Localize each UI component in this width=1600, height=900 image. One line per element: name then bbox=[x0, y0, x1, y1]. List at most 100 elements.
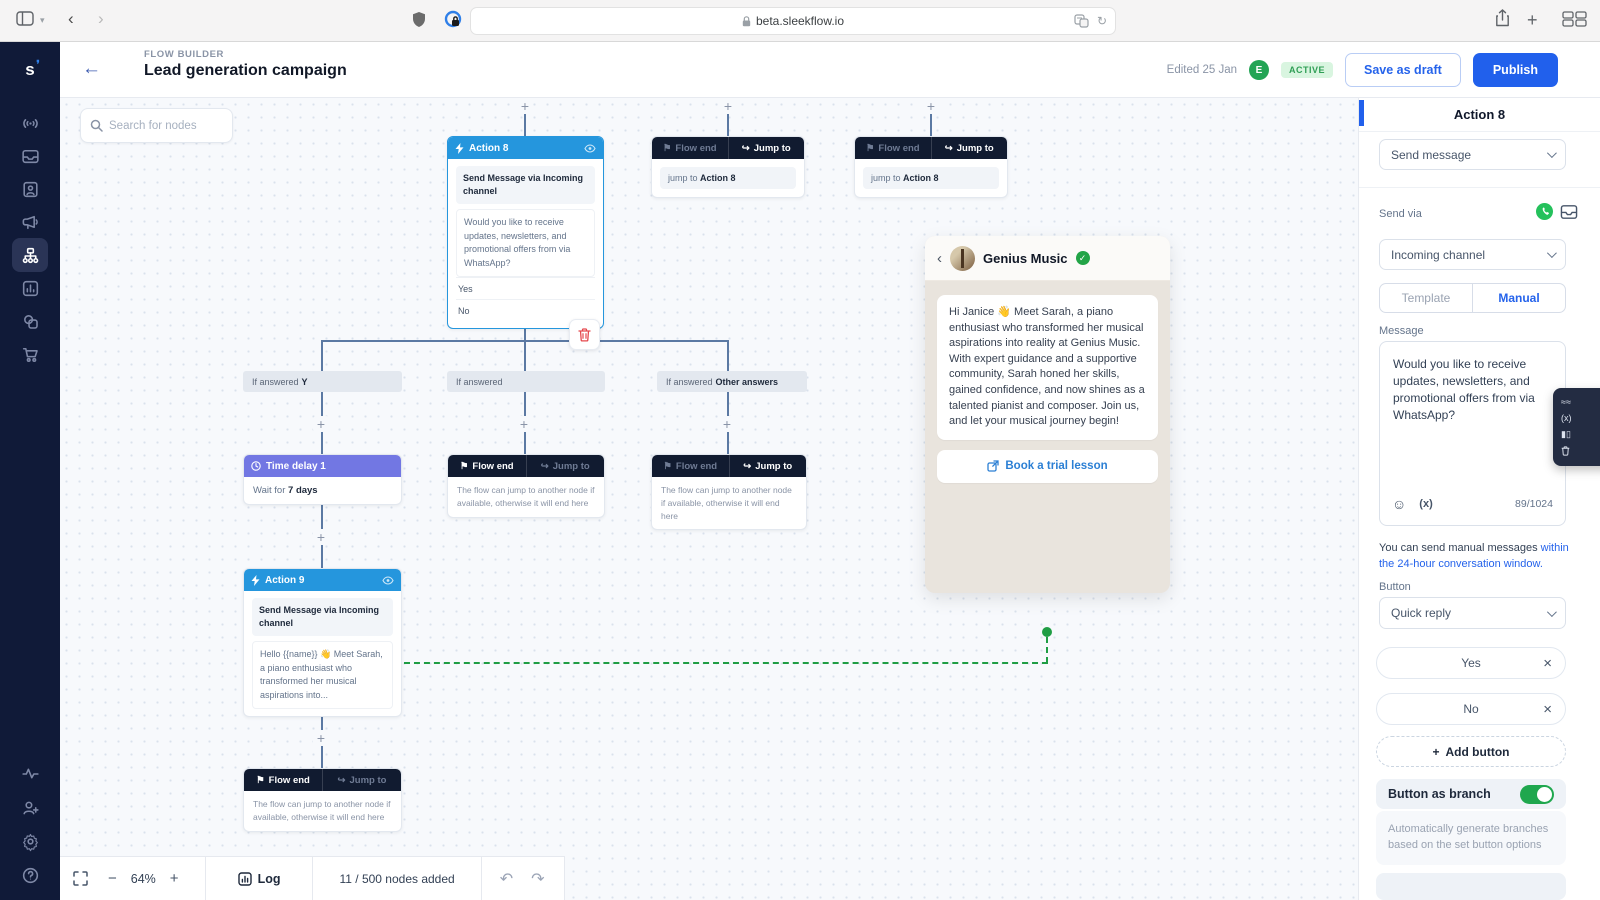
jump-icon: ↪ bbox=[741, 142, 750, 154]
campaigns-icon[interactable] bbox=[12, 205, 48, 239]
zoom-out-icon[interactable]: − bbox=[108, 870, 117, 887]
delete-branch-button[interactable] bbox=[569, 319, 600, 350]
save-as-draft-button[interactable]: Save as draft bbox=[1345, 53, 1461, 87]
node-option-no: No bbox=[456, 299, 595, 321]
sidebar-toggle-icon[interactable] bbox=[16, 11, 34, 26]
add-node-handle[interactable]: + bbox=[313, 730, 329, 746]
message-mode-tabs: Template Manual bbox=[1379, 283, 1566, 313]
flag-icon: ⚑ bbox=[865, 142, 875, 154]
flow-builder-icon[interactable] bbox=[12, 238, 48, 272]
panel-title: Action 8 bbox=[1359, 98, 1600, 132]
node-search[interactable] bbox=[80, 108, 233, 143]
eye-icon[interactable] bbox=[584, 143, 596, 153]
node-flow-end-right[interactable]: ⚑ Flow end ↪ Jump to The flow can jump to … bbox=[651, 454, 807, 531]
flag-icon: ⚑ bbox=[256, 774, 265, 786]
node-message-preview: Would you like to receive updates, newsl… bbox=[456, 209, 595, 278]
node-title: Time delay 1 bbox=[266, 460, 326, 472]
add-button[interactable]: + Add button bbox=[1376, 736, 1566, 767]
channel-select[interactable]: Incoming channel bbox=[1379, 239, 1566, 270]
panel-accent-bar bbox=[1359, 100, 1364, 126]
edge bbox=[321, 340, 728, 342]
jump-icon: ↪ bbox=[337, 774, 346, 786]
branch-condition-3[interactable]: If answered Other answers bbox=[657, 371, 807, 392]
node-title: Action 8 bbox=[469, 142, 509, 154]
avatar[interactable]: E bbox=[1249, 60, 1269, 80]
remove-button-icon[interactable]: × bbox=[1543, 656, 1552, 671]
integrations-icon[interactable] bbox=[12, 304, 48, 338]
add-node-handle[interactable]: + bbox=[517, 98, 533, 114]
chevron-down-icon[interactable]: ▾ bbox=[40, 15, 45, 26]
node-action-9[interactable]: Action 9 Send Message via Incoming chann… bbox=[243, 568, 402, 718]
invite-user-icon[interactable] bbox=[12, 790, 48, 824]
flow-header: ← FLOW BUILDER Lead generation campaign … bbox=[60, 42, 1600, 98]
share-icon[interactable] bbox=[1495, 9, 1510, 27]
button-type-select[interactable]: Quick reply bbox=[1379, 597, 1566, 629]
publish-button[interactable]: Publish bbox=[1472, 53, 1558, 87]
branch-condition-1[interactable]: If answered Y bbox=[243, 371, 402, 392]
tab-template[interactable]: Template bbox=[1380, 284, 1472, 312]
log-icon bbox=[237, 871, 252, 886]
flow-canvas[interactable]: + + + + + + + + Action 8 Send Message vi… bbox=[60, 98, 1358, 900]
redo-icon[interactable]: ↷ bbox=[531, 869, 544, 889]
back-to-flows-icon[interactable]: ← bbox=[82, 58, 101, 80]
forward-icon[interactable]: › bbox=[98, 9, 104, 29]
node-flow-end-bottom[interactable]: ⚑ Flow end ↪ Jump to The flow can jump to … bbox=[243, 768, 402, 832]
browser-chrome: ▾ ‹ › beta.sleekflow.io ↻ + bbox=[0, 0, 1600, 42]
formatting-toolbar[interactable]: ≈≈ (x) ▮▯ bbox=[1553, 388, 1600, 466]
privacy-extension-icon[interactable] bbox=[444, 10, 462, 29]
branch-condition-2[interactable]: If answered bbox=[447, 371, 605, 392]
preview-business-name: Genius Music bbox=[983, 250, 1068, 266]
zoom-in-icon[interactable]: + bbox=[170, 870, 179, 887]
node-message-preview: Hello {{name}} 👋 Meet Sarah, a piano ent… bbox=[252, 641, 393, 710]
send-via-label: Send via bbox=[1379, 208, 1422, 220]
search-icon bbox=[90, 119, 103, 132]
preview-back-icon[interactable]: ‹ bbox=[937, 250, 942, 267]
inbox-icon[interactable] bbox=[12, 139, 48, 173]
new-tab-icon[interactable]: + bbox=[1527, 10, 1538, 31]
node-flow-end-jump-1[interactable]: ⚑ Flow end ↪ Jump to jump to Action 8 bbox=[651, 136, 805, 198]
add-node-handle[interactable]: + bbox=[923, 98, 939, 114]
add-node-handle[interactable]: + bbox=[720, 98, 736, 114]
preview-cta-button[interactable]: Book a trial lesson bbox=[937, 449, 1158, 483]
button-option-yes[interactable]: Yes × bbox=[1376, 647, 1566, 679]
sleekflow-logo[interactable]: s ❜ bbox=[25, 59, 39, 80]
settings-icon[interactable] bbox=[12, 824, 48, 858]
shield-icon[interactable] bbox=[412, 11, 426, 28]
button-option-no[interactable]: No × bbox=[1376, 693, 1566, 725]
add-node-handle[interactable]: + bbox=[719, 416, 735, 432]
add-node-handle[interactable]: + bbox=[313, 416, 329, 432]
action-type-select[interactable]: Send message bbox=[1379, 139, 1566, 170]
trash-icon bbox=[578, 327, 591, 342]
branch-toggle[interactable] bbox=[1520, 784, 1554, 804]
whatsapp-icon[interactable] bbox=[1536, 203, 1553, 220]
reload-icon[interactable]: ↻ bbox=[1097, 14, 1107, 28]
back-icon[interactable]: ‹ bbox=[68, 9, 74, 29]
node-time-delay-1[interactable]: Time delay 1 Wait for 7 days bbox=[243, 454, 402, 505]
address-bar[interactable]: beta.sleekflow.io ↻ bbox=[470, 7, 1116, 35]
contacts-icon[interactable] bbox=[12, 172, 48, 206]
search-input[interactable] bbox=[109, 119, 219, 132]
node-flow-end-mid[interactable]: ⚑ Flow end ↪ Jump to The flow can jump to … bbox=[447, 454, 605, 518]
branch-source-handle[interactable] bbox=[1042, 627, 1052, 637]
translate-icon[interactable] bbox=[1074, 14, 1089, 28]
eye-icon[interactable] bbox=[382, 575, 394, 585]
activity-icon[interactable] bbox=[12, 756, 48, 790]
log-button[interactable]: Log bbox=[237, 871, 280, 886]
plus-icon: + bbox=[1432, 744, 1440, 759]
fit-view-icon[interactable] bbox=[60, 871, 100, 886]
broadcast-icon[interactable] bbox=[12, 106, 48, 140]
remove-button-icon[interactable]: × bbox=[1543, 702, 1552, 717]
emoji-picker-icon[interactable]: ☺ bbox=[1392, 496, 1406, 512]
commerce-icon[interactable] bbox=[12, 337, 48, 371]
tab-manual[interactable]: Manual bbox=[1472, 284, 1565, 312]
add-node-handle[interactable]: + bbox=[313, 529, 329, 545]
tab-overview-icon[interactable] bbox=[1562, 11, 1592, 27]
help-icon[interactable] bbox=[12, 858, 48, 892]
inbox-channel-icon[interactable] bbox=[1560, 204, 1578, 220]
node-action-8[interactable]: Action 8 Send Message via Incoming chann… bbox=[447, 136, 604, 330]
variable-icon[interactable]: (x) bbox=[1419, 498, 1432, 510]
add-node-handle[interactable]: + bbox=[516, 416, 532, 432]
undo-icon[interactable]: ↶ bbox=[500, 869, 513, 889]
analytics-icon[interactable] bbox=[12, 271, 48, 305]
node-flow-end-jump-2[interactable]: ⚑ Flow end ↪ Jump to jump to Action 8 bbox=[854, 136, 1008, 198]
